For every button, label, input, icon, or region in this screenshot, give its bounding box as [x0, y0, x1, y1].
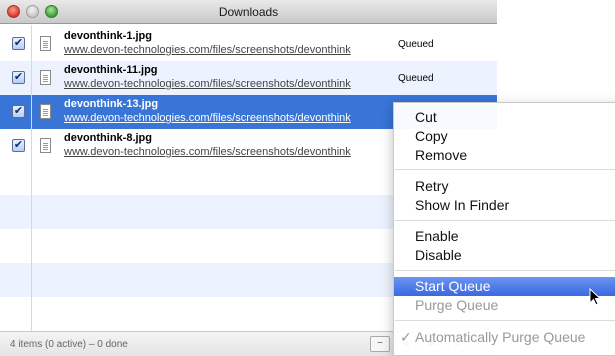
file-url-link[interactable]: www.devon-technologies.com/files/screens…	[64, 112, 351, 124]
menu-item-automatically-purge-queue: ✓ Automatically Purge Queue	[394, 328, 615, 347]
document-icon	[40, 36, 51, 51]
table-row[interactable]: ✔ devonthink-1.jpg www.devon-technologie…	[0, 27, 497, 61]
menu-separator	[395, 270, 615, 271]
context-menu: Cut Copy Remove Retry Show In Finder Ena…	[393, 102, 615, 356]
menu-separator	[395, 169, 615, 170]
file-name: devonthink-8.jpg	[64, 132, 152, 144]
enable-checkbox[interactable]: ✔	[12, 139, 25, 152]
enable-checkbox[interactable]: ✔	[12, 37, 25, 50]
menu-item-enable[interactable]: Enable	[394, 227, 615, 246]
menu-item-retry[interactable]: Retry	[394, 177, 615, 196]
column-divider	[31, 25, 32, 331]
menu-item-cut[interactable]: Cut	[394, 108, 615, 127]
download-status: Queued	[398, 73, 434, 84]
table-row[interactable]: ✔ devonthink-11.jpg www.devon-technologi…	[0, 61, 497, 95]
menu-item-remove[interactable]: Remove	[394, 146, 615, 165]
document-icon	[40, 104, 51, 119]
menu-item-disable[interactable]: Disable	[394, 246, 615, 265]
file-url-link[interactable]: www.devon-technologies.com/files/screens…	[64, 44, 351, 56]
file-url-link[interactable]: www.devon-technologies.com/files/screens…	[64, 146, 351, 158]
menu-item-label: Automatically Purge Queue	[415, 329, 586, 345]
menu-separator	[395, 320, 615, 321]
mouse-pointer-icon	[589, 287, 602, 306]
enable-checkbox[interactable]: ✔	[12, 71, 25, 84]
remove-icon[interactable]: −	[370, 336, 390, 352]
enable-checkbox[interactable]: ✔	[12, 105, 25, 118]
file-name: devonthink-1.jpg	[64, 30, 152, 42]
checkmark-icon: ✓	[400, 329, 412, 345]
title-bar[interactable]: Downloads	[0, 0, 497, 24]
menu-item-copy[interactable]: Copy	[394, 127, 615, 146]
menu-separator	[395, 220, 615, 221]
menu-item-start-queue[interactable]: Start Queue	[394, 277, 615, 296]
file-url-link[interactable]: www.devon-technologies.com/files/screens…	[64, 78, 351, 90]
download-status: Queued	[398, 39, 434, 50]
window-title: Downloads	[218, 5, 279, 19]
document-icon	[40, 70, 51, 85]
download-summary: 4 items (0 active) – 0 done	[10, 339, 128, 350]
file-name: devonthink-11.jpg	[64, 64, 158, 76]
menu-item-purge-queue: Purge Queue	[415, 297, 499, 313]
menu-item-show-in-finder[interactable]: Show In Finder	[394, 196, 615, 215]
file-name: devonthink-13.jpg	[64, 98, 159, 110]
document-icon	[40, 138, 51, 153]
